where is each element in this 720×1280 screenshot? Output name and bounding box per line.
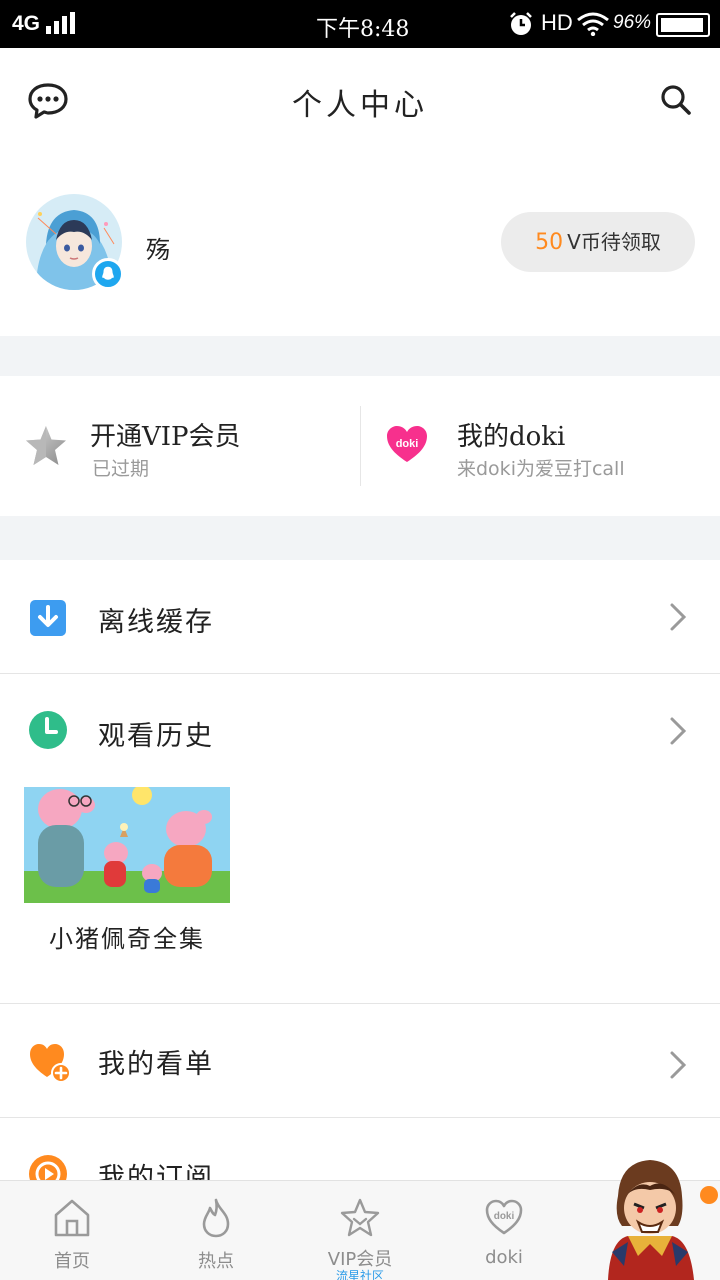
offline-cache-label: 离线缓存 [98,607,214,638]
profile-section: 殇 50 V币待领取 [0,152,720,336]
network-type: 4G [12,12,41,35]
history-item-title: 小猪佩奇全集 [49,925,205,953]
svg-text:doki: doki [396,438,419,450]
wifi-icon [577,12,609,36]
search-icon[interactable] [660,84,692,116]
alarm-icon [510,12,532,35]
vip-subtitle: 已过期 [92,458,150,480]
clock-icon [29,711,67,749]
screen: 4G 下午8:48 HD 96% 个人中心 殇 50 V币待领取 开通VIP会员… [0,0,720,1280]
clock-time: 下午8:48 [316,17,410,42]
star-icon [26,426,66,465]
nav-item-doki[interactable]: doki doki [432,1181,576,1280]
doki-subtitle: 来doki为爱豆打call [457,458,625,480]
section-gap [0,516,720,560]
history-thumbnail [24,785,230,903]
vip-title: 开通VIP会员 [90,422,241,452]
nav-label-hot: 热点 [198,1251,234,1272]
doki-heart-icon: doki [387,426,427,462]
flame-icon [202,1198,230,1238]
spacer [0,990,720,1002]
watchlist-label: 我的看单 [98,1049,214,1080]
play-circle-icon [29,1155,67,1180]
coin-claim-button[interactable]: 50 V币待领取 [501,212,695,272]
nav-sublabel-vip: 流星社区 [335,1269,384,1280]
nav-item-hot[interactable]: 热点 [144,1181,288,1280]
svg-text:doki: doki [494,1211,515,1222]
notification-dot [700,1186,718,1204]
hd-indicator: HD [541,10,573,35]
coin-text: V币待领取 [567,230,661,254]
mascot-character-icon[interactable] [598,1156,698,1280]
download-icon [30,600,66,636]
signal-icon [46,12,75,34]
coin-amount: 50 [535,230,564,255]
menu-row-offline-cache[interactable]: 离线缓存 [0,562,720,674]
username[interactable]: 殇 [146,230,170,265]
nav-item-home[interactable]: 首页 [0,1181,144,1280]
doki-card[interactable]: doki 我的doki 来doki为爱豆打call [361,376,720,516]
feature-cards: 开通VIP会员 已过期 doki 我的doki 来doki为爱豆打call [0,376,720,516]
chevron-right-icon [670,717,687,745]
home-icon [54,1199,90,1237]
nav-label-home: 首页 [54,1251,90,1272]
vip-star-icon [340,1198,380,1237]
section-gap [0,336,720,376]
menu-row-watchlist[interactable]: 我的看单 [0,1004,720,1116]
page-title: 个人中心 [292,88,428,123]
nav-label-doki: doki [485,1247,523,1268]
heart-plus-icon [30,1044,71,1083]
watch-history-label: 观看历史 [98,721,214,752]
chevron-right-icon [670,1051,687,1079]
header: 个人中心 [0,48,720,152]
qq-penguin-icon [92,258,124,290]
subscriptions-label: 我的订阅 [98,1163,214,1180]
nav-item-vip[interactable]: VIP会员 流星社区 [288,1181,432,1280]
status-bar: 4G 下午8:48 HD 96% [0,0,720,48]
history-item[interactable]: 小猪佩奇全集 [24,785,230,954]
menu-row-watch-history[interactable]: 观看历史 [0,674,720,786]
doki-heart-icon: doki [485,1199,523,1235]
vip-card[interactable]: 开通VIP会员 已过期 [0,376,360,516]
battery-icon [656,13,710,37]
chevron-right-icon [670,603,687,631]
battery-fill [661,18,703,32]
battery-percentage: 96% [613,12,652,33]
doki-title: 我的doki [457,422,566,452]
